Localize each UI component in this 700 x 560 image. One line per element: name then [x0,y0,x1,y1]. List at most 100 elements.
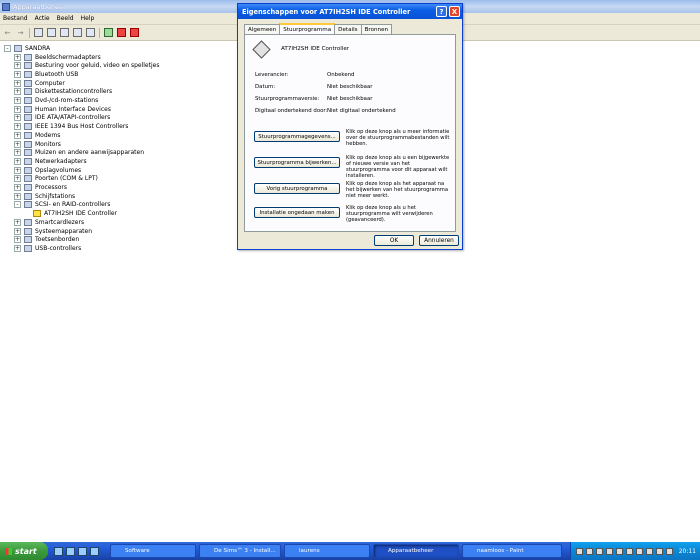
expand-icon[interactable]: + [14,70,21,78]
expand-icon[interactable]: + [14,53,21,61]
tree-item[interactable]: + Muizen en andere aanwijsapparaten [14,149,144,157]
view-icon[interactable] [86,28,95,37]
smartcard-icon [24,218,32,226]
cancel-button[interactable]: Annuleren [419,235,459,246]
menu-help[interactable]: Help [81,15,95,22]
tree-item[interactable]: + Bluetooth USB [14,70,78,78]
expand-icon[interactable]: + [14,105,21,113]
tree-item[interactable]: + Netwerkadapters [14,157,87,165]
quick-launch-media-icon[interactable] [78,546,87,556]
task-apparaatbeheer[interactable]: Apparaatbeheer [373,544,459,558]
tray-icon[interactable] [625,547,633,555]
quick-launch-ie-icon[interactable] [54,546,63,556]
tree-item[interactable]: + Monitors [14,140,61,148]
update-driver-button[interactable]: Stuurprogramma bijwerken... [254,157,340,168]
tree-item[interactable]: + Poorten (COM & LPT) [14,175,98,183]
toolbar-separator [99,27,100,38]
tray-icon[interactable] [665,547,673,555]
tree-item[interactable]: + Schijfstations [14,192,75,200]
expand-icon[interactable]: + [14,244,21,252]
taskbar: start Software De Sims™ 3 - Install... l… [0,542,700,560]
tree-item[interactable]: + USB-controllers [14,244,81,252]
start-button[interactable]: start [0,542,48,560]
expand-icon[interactable]: + [14,218,21,226]
expand-icon[interactable]: + [14,97,21,104]
display-adapter-icon [24,53,32,61]
tree-item[interactable]: + Besturing voor geluid, video en spellet… [14,62,159,70]
tray-icon[interactable] [645,547,653,555]
expand-icon[interactable]: + [14,166,21,174]
menu-beeld[interactable]: Beeld [57,15,74,22]
close-button[interactable]: X [449,6,460,17]
tree-item[interactable]: + Beeldschermadapters [14,53,101,61]
properties-icon[interactable] [47,28,56,37]
device-name: AT7IH2SH IDE Controller [281,46,350,52]
expand-icon[interactable]: + [14,175,21,183]
task-paint[interactable]: naamloos - Paint [462,544,562,558]
tree-item[interactable]: + Human Interface Devices [14,105,111,113]
help-button[interactable]: ? [436,6,447,17]
task-laurens[interactable]: laurens [284,544,370,558]
driver-details-button[interactable]: Stuurprogrammagegevens... [254,131,340,142]
tray-icon[interactable] [635,547,643,555]
tree-item[interactable]: + Processors [14,184,67,192]
task-software[interactable]: Software [110,544,196,558]
scan-hardware-icon[interactable] [104,28,113,37]
tab-stuurprogramma[interactable]: Stuurprogramma [279,23,336,34]
tray-icon[interactable] [595,547,603,555]
collapse-icon[interactable]: - [14,201,21,209]
tray-icon[interactable] [585,547,593,555]
tree-item[interactable]: + Diskettestationcontrollers [14,88,112,96]
task-sims3-install[interactable]: De Sims™ 3 - Install... [199,544,281,558]
expand-icon[interactable]: + [14,140,21,148]
tray-icon[interactable] [605,547,613,555]
back-arrow-icon[interactable]: ← [3,28,12,37]
expand-icon[interactable]: + [14,192,21,200]
tree-item[interactable]: + IEEE 1394 Bus Host Controllers [14,123,128,131]
help-icon[interactable] [73,28,82,37]
forward-arrow-icon[interactable]: → [16,28,25,37]
menu-bestand[interactable]: Bestand [3,15,28,22]
tray-icon[interactable] [655,547,663,555]
tree-item[interactable]: + Modems [14,131,60,139]
expand-icon[interactable]: + [14,123,21,131]
uninstall-driver-button[interactable]: Installatie ongedaan maken [254,207,340,218]
print-icon[interactable] [60,28,69,37]
console-tree-icon[interactable] [34,28,43,37]
tab-algemeen[interactable]: Algemeen [244,24,281,34]
quick-launch-desktop-icon[interactable] [66,546,75,556]
disable-icon[interactable] [130,28,139,37]
collapse-icon[interactable]: - [4,44,11,52]
tree-item[interactable]: + Smartcardlezers [14,218,84,226]
tree-child-item[interactable]: AT7IH2SH IDE Controller [33,210,117,218]
tray-icon[interactable] [575,547,583,555]
ok-button[interactable]: OK [374,235,414,246]
tray-icon[interactable] [615,547,623,555]
expand-icon[interactable]: + [14,227,21,235]
tree-item[interactable]: + Toetsenborden [14,236,79,244]
roll-back-driver-button[interactable]: Vorig stuurprogramma [254,183,340,194]
tab-bronnen[interactable]: Bronnen [360,24,393,34]
expand-icon[interactable]: + [14,149,21,157]
expand-icon[interactable]: + [14,88,21,96]
expand-icon[interactable]: + [14,184,21,191]
tree-item[interactable]: + IDE ATA/ATAPI-controllers [14,114,110,122]
tree-item[interactable]: + Dvd-/cd-rom-stations [14,97,98,105]
tree-item-expanded[interactable]: - SCSI- en RAID-controllers [14,201,110,209]
expand-icon[interactable]: + [14,79,21,87]
expand-icon[interactable]: + [14,157,21,165]
uninstall-driver-description: Klik op deze knop als u het stuurprogram… [346,205,433,223]
expand-icon[interactable]: + [14,114,21,122]
tree-item[interactable]: + Opslagvolumes [14,166,81,174]
uninstall-icon[interactable] [117,28,126,37]
menu-actie[interactable]: Actie [35,15,50,22]
quick-launch [54,546,99,556]
tree-root[interactable]: - SANDRA [4,44,50,52]
expand-icon[interactable]: + [14,62,21,70]
expand-icon[interactable]: + [14,236,21,244]
quick-launch-extra-icon[interactable] [90,546,99,556]
expand-icon[interactable]: + [14,131,21,139]
tab-details[interactable]: Details [334,24,362,34]
tree-item[interactable]: + Computer [14,79,65,87]
tree-item[interactable]: + Systeemapparaten [14,227,92,235]
